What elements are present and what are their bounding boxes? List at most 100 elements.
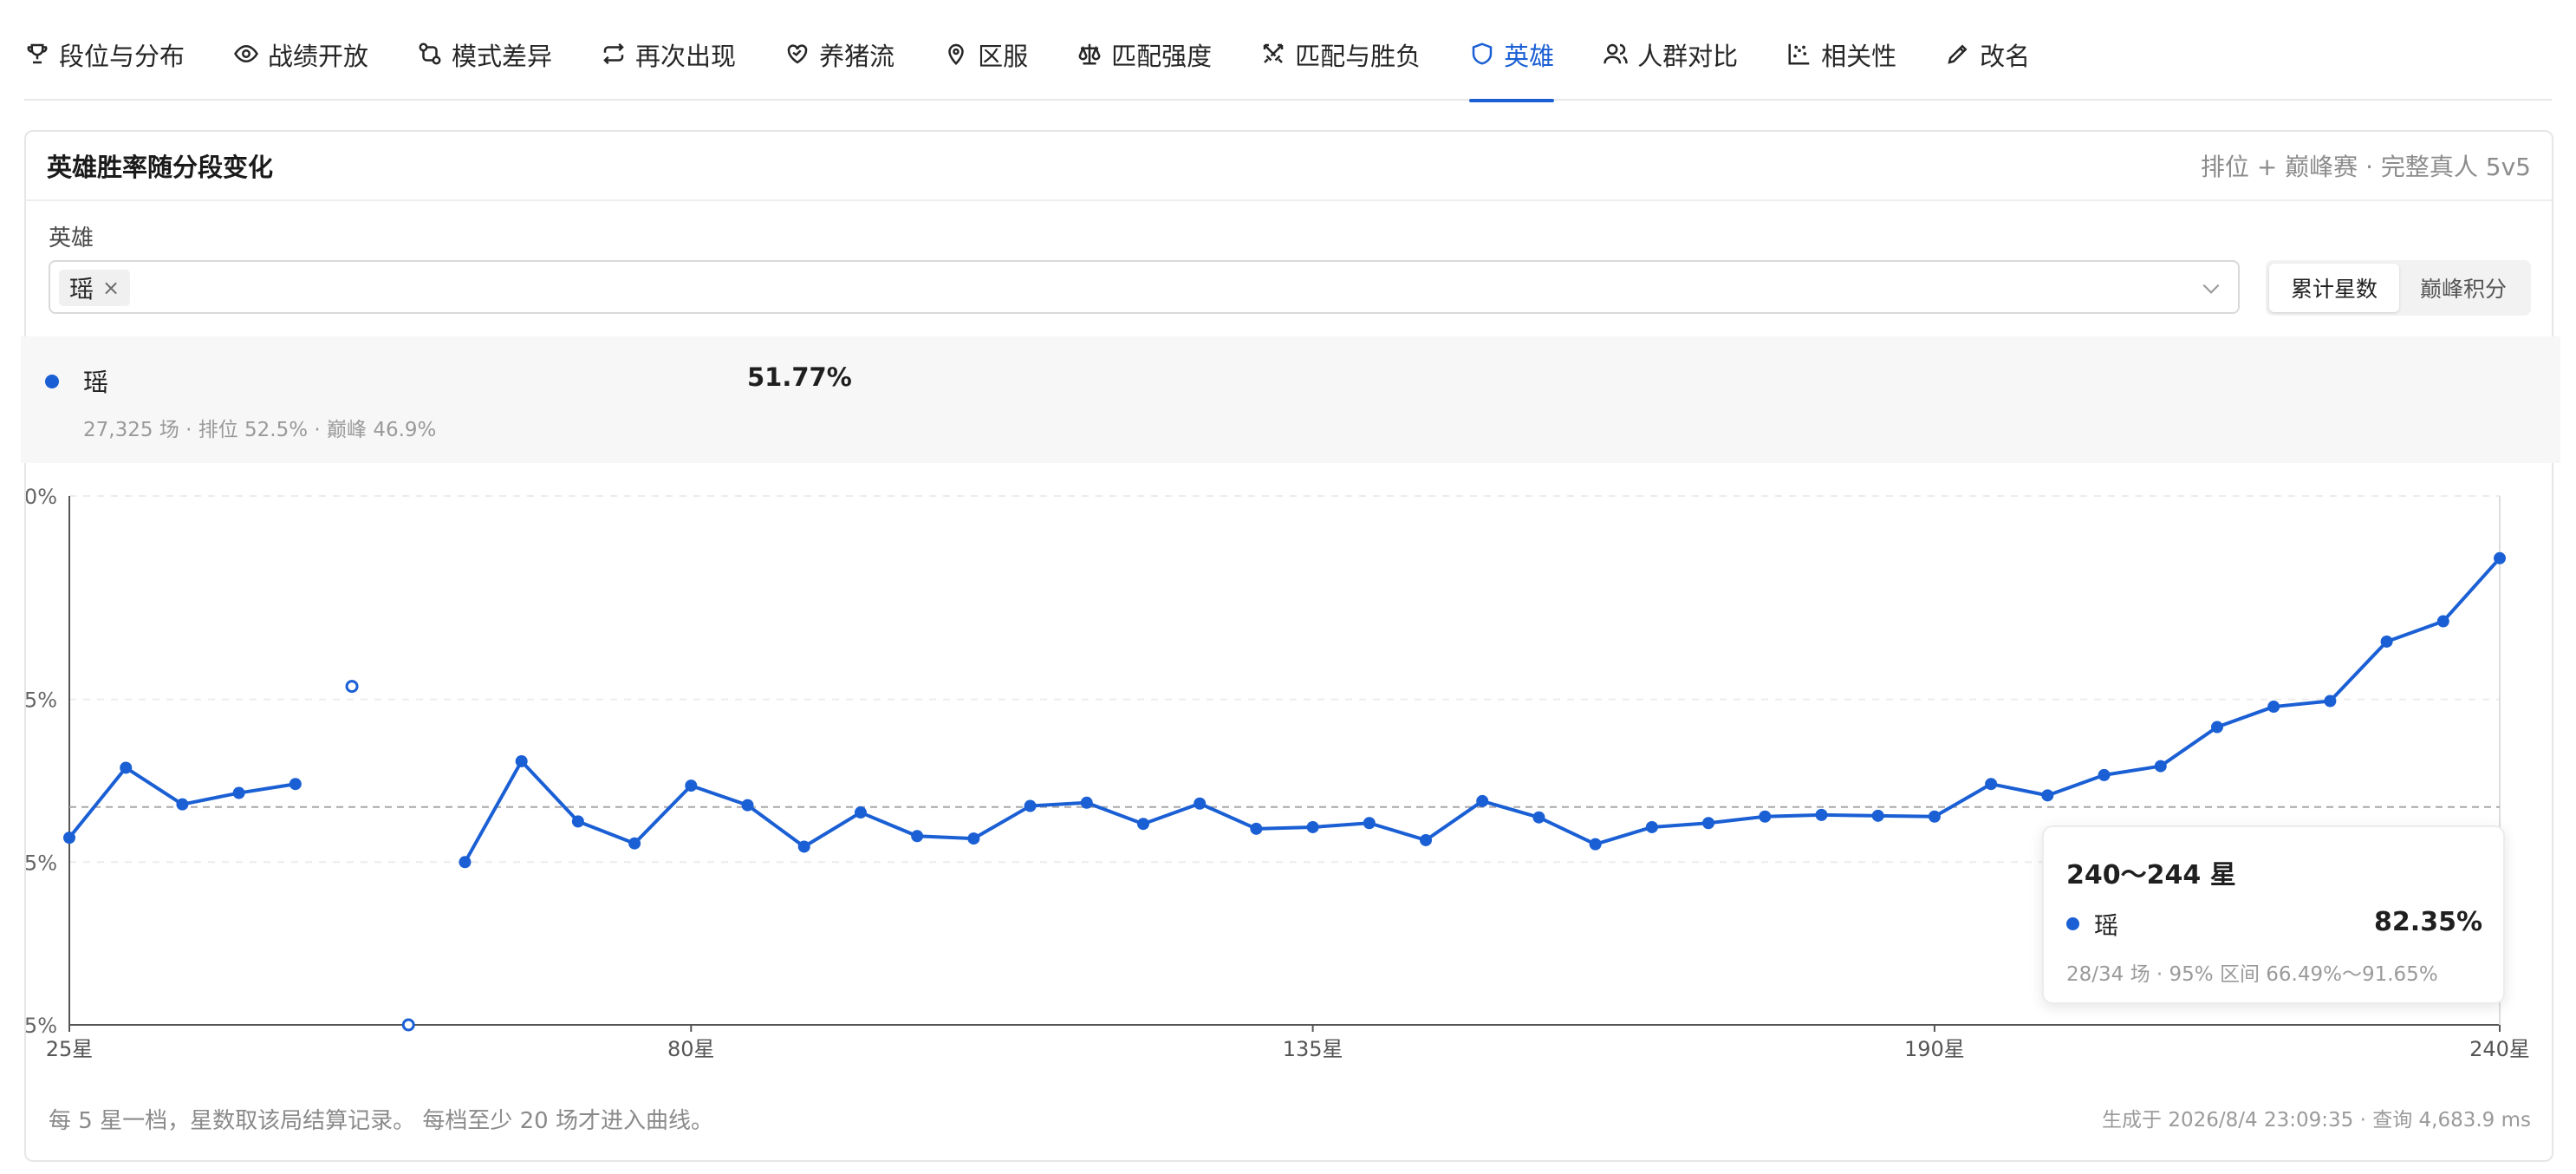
tab-label: 匹配与胜负 [1295, 42, 1421, 71]
x-tick-label: 25星 [46, 1037, 94, 1061]
y-tick-label: 65% [26, 688, 57, 713]
data-point [628, 837, 641, 850]
data-point [797, 840, 810, 853]
x-tick-label: 80星 [667, 1037, 715, 1061]
tab-label: 相关性 [1821, 42, 1897, 71]
shield-icon [1469, 41, 1495, 67]
chart-tooltip: 240～244 星 瑶 82.35% 28/34 场 · 95% 区间 66.4… [2042, 825, 2505, 1004]
series-line-segment [463, 557, 2501, 864]
heart-handshake-icon [784, 41, 810, 67]
swords-icon [1260, 41, 1286, 67]
tooltip-hero-name: 瑶 [2094, 911, 2119, 940]
data-point [1589, 838, 1602, 851]
data-point [2380, 635, 2393, 648]
low-sample-point [401, 1018, 415, 1032]
tab-3[interactable]: 再次出现 [601, 31, 736, 101]
data-point [176, 798, 189, 811]
data-point [1928, 810, 1941, 823]
tab-5[interactable]: 区服 [943, 31, 1028, 101]
tab-label: 人群对比 [1637, 42, 1739, 71]
tab-label: 再次出现 [635, 42, 737, 71]
data-point [1306, 820, 1319, 833]
data-point [967, 832, 980, 845]
tab-8[interactable]: 英雄 [1469, 31, 1555, 102]
data-point [741, 799, 754, 812]
tab-label: 模式差异 [452, 42, 553, 71]
data-point [120, 761, 133, 774]
footer-meta: 生成于 2026/8/4 23:09:35 · 查询 4,683.9 ms [2102, 1109, 2531, 1132]
data-point [1024, 799, 1037, 812]
data-point [1985, 778, 1998, 791]
data-point [1136, 818, 1149, 831]
data-point [63, 832, 75, 845]
data-point [2098, 768, 2111, 781]
scale-icon [1077, 41, 1103, 67]
tab-10[interactable]: 相关性 [1786, 31, 1896, 101]
data-point [1363, 817, 1376, 830]
data-point [1080, 796, 1093, 809]
tab-label: 段位与分布 [59, 42, 185, 71]
data-point [1871, 809, 1884, 822]
data-point [2041, 789, 2054, 802]
tab-9[interactable]: 人群对比 [1603, 31, 1738, 101]
y-tick-label: 45% [26, 851, 57, 875]
data-point [1532, 811, 1545, 824]
y-tick-label: 90% [26, 485, 57, 509]
eye-icon [233, 41, 259, 67]
tab-0[interactable]: 段位与分布 [24, 31, 185, 101]
tab-4[interactable]: 养猪流 [784, 31, 894, 101]
footer-note: 每 5 星一档，星数取该局结算记录。 每档至少 20 场才进入曲线。 [49, 1108, 713, 1134]
data-point [911, 830, 924, 843]
tab-11[interactable]: 改名 [1945, 31, 2030, 101]
data-point [289, 778, 302, 791]
data-point [2324, 695, 2337, 708]
tab-bar: 段位与分布 战绩开放 模式差异 再次出现 养猪流 区服 匹配强度 匹配与胜负 英雄 人群对比 相关性… [24, 31, 2552, 102]
data-point [515, 754, 528, 767]
data-point [2267, 701, 2280, 714]
data-point [2436, 615, 2449, 628]
data-point [232, 786, 245, 799]
tab-label: 区服 [978, 42, 1029, 71]
data-point [2154, 760, 2167, 773]
data-point [571, 815, 584, 828]
repeat-icon [601, 41, 627, 67]
data-point [1476, 794, 1489, 807]
scatter-chart-icon [1786, 41, 1812, 67]
tab-6[interactable]: 匹配强度 [1077, 31, 1212, 101]
low-sample-point [345, 680, 359, 694]
data-point [685, 779, 698, 792]
data-point [2494, 551, 2506, 564]
tab-1[interactable]: 战绩开放 [233, 31, 368, 101]
data-point [1420, 833, 1433, 846]
users-icon [1603, 41, 1629, 67]
x-tick-label: 190星 [1904, 1037, 1965, 1061]
compare-icon [417, 41, 443, 67]
data-point [1815, 808, 1828, 821]
data-point [1645, 820, 1658, 833]
x-tick-label: 135星 [1283, 1037, 1343, 1061]
data-point [1702, 817, 1715, 830]
x-tick-label: 240星 [2469, 1037, 2530, 1061]
winrate-line-chart: 25% 45% 65% 90% 25星 80星 135星 190星 240星 [26, 485, 2530, 1061]
data-point [854, 806, 867, 819]
map-pin-icon [943, 41, 969, 67]
tooltip-title: 240～244 星 [2066, 860, 2236, 890]
data-point [1250, 822, 1263, 835]
data-point [459, 856, 472, 869]
tooltip-color-dot [2066, 917, 2079, 930]
hero-winrate-card: 英雄胜率随分段变化 排位 + 巅峰赛 · 完整真人 5v5 英雄 瑶 × 累计星… [21, 130, 2560, 1162]
pencil-icon [1945, 41, 1971, 67]
tab-label: 英雄 [1504, 42, 1555, 71]
tooltip-stats: 28/34 场 · 95% 区间 66.49%～91.65% [2066, 963, 2438, 986]
trophy-icon [24, 41, 50, 67]
tab-label: 改名 [1980, 42, 2031, 71]
tab-label: 战绩开放 [268, 42, 369, 71]
y-tick-label: 25% [26, 1014, 57, 1038]
tab-label: 养猪流 [819, 42, 895, 71]
tooltip-value: 82.35% [2374, 907, 2482, 937]
data-point [1759, 810, 1772, 823]
data-point [1194, 797, 1207, 810]
data-point [2210, 721, 2223, 734]
tab-2[interactable]: 模式差异 [417, 31, 552, 101]
tab-7[interactable]: 匹配与胜负 [1260, 31, 1421, 101]
